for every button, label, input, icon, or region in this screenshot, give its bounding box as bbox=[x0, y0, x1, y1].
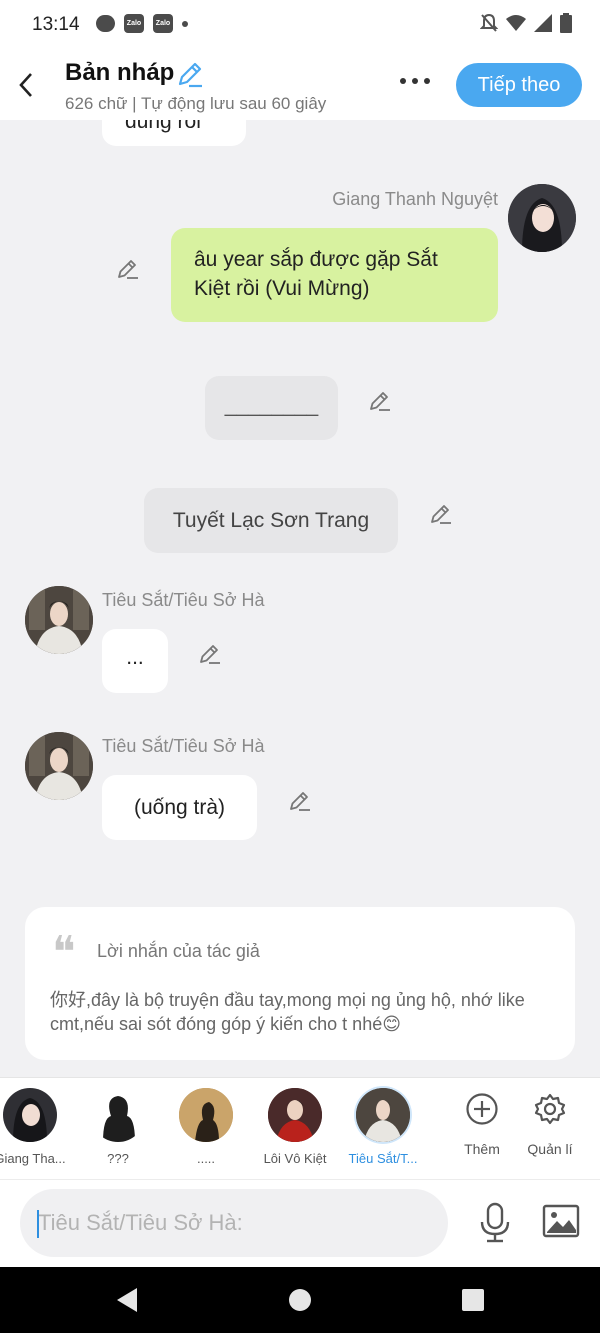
narration-text: Tuyết Lạc Sơn Trang bbox=[172, 509, 370, 532]
avatar[interactable] bbox=[508, 184, 576, 252]
battery-icon bbox=[560, 13, 572, 33]
status-bar: 13:14 Zalo Zalo bbox=[0, 0, 600, 50]
manage-characters-label: Quản lí bbox=[527, 1141, 573, 1157]
gear-icon bbox=[534, 1093, 566, 1125]
message-author: Tiêu Sắt/Tiêu Sở Hà bbox=[102, 590, 265, 610]
edit-message-icon[interactable] bbox=[429, 501, 453, 525]
edit-message-icon[interactable] bbox=[368, 388, 392, 412]
input-bar bbox=[0, 1179, 600, 1267]
add-character-button[interactable]: Thêm bbox=[450, 1092, 514, 1157]
status-time: 13:14 bbox=[32, 14, 80, 35]
wifi-icon bbox=[506, 15, 526, 31]
narration-bubble[interactable]: ________ bbox=[205, 376, 338, 440]
author-note-title: Lời nhắn của tác giả bbox=[97, 941, 260, 961]
edit-title-icon[interactable] bbox=[176, 60, 204, 88]
narration-bubble[interactable]: Tuyết Lạc Sơn Trang bbox=[144, 488, 398, 553]
dot-icon bbox=[400, 78, 406, 84]
character-item[interactable]: Giang Tha... bbox=[0, 1088, 74, 1166]
edit-message-icon[interactable] bbox=[116, 256, 140, 280]
message-text: ... bbox=[126, 646, 144, 669]
character-selector: Giang Tha... ??? ..... Lôi Vô Kiệt Tiêu … bbox=[0, 1077, 600, 1179]
next-button[interactable]: Tiếp theo bbox=[456, 63, 582, 107]
character-label: ??? bbox=[107, 1151, 129, 1166]
message-text: đúng rồi bbox=[125, 120, 201, 133]
word-count-status: 626 chữ | Tự động lưu sau 60 giây bbox=[65, 94, 327, 113]
avatar[interactable] bbox=[25, 732, 93, 800]
character-label: ..... bbox=[196, 1151, 216, 1166]
message-bubble[interactable]: ... bbox=[102, 629, 168, 693]
page-title: Bản nháp bbox=[65, 59, 175, 86]
author-note-body: 你好,đây là bộ truyện đầu tay,mong mọi ng … bbox=[50, 990, 525, 1034]
zalo-notification-icon: Zalo bbox=[153, 14, 173, 33]
home-nav-icon[interactable] bbox=[288, 1288, 312, 1312]
manage-characters-button[interactable]: Quản lí bbox=[518, 1092, 582, 1157]
author-note-card[interactable]: ❝ Lời nhắn của tác giả 你好,đây là bộ truy… bbox=[25, 907, 575, 1060]
dot-icon bbox=[412, 78, 418, 84]
character-label: Lôi Vô Kiệt bbox=[263, 1151, 327, 1166]
character-avatar bbox=[91, 1088, 145, 1142]
back-button[interactable] bbox=[14, 70, 38, 100]
message-author: Tiêu Sắt/Tiêu Sở Hà bbox=[102, 736, 265, 756]
system-icons bbox=[480, 13, 572, 33]
message-notification-icon bbox=[96, 15, 115, 32]
message-bubble[interactable]: (uống trà) bbox=[102, 775, 257, 840]
dot-icon bbox=[424, 78, 430, 84]
more-notifications-icon bbox=[182, 20, 188, 27]
character-item-selected[interactable]: Tiêu Sắt/T... bbox=[339, 1088, 427, 1166]
narration-text: ________ bbox=[224, 394, 319, 417]
avatar[interactable] bbox=[25, 586, 93, 654]
message-bubble[interactable]: đúng rồi bbox=[102, 120, 246, 146]
bell-off-icon bbox=[480, 13, 498, 32]
signal-icon bbox=[534, 14, 552, 32]
character-label: Giang Tha... bbox=[0, 1151, 66, 1166]
character-label: Tiêu Sắt/T... bbox=[348, 1151, 418, 1166]
character-avatar bbox=[356, 1088, 410, 1142]
message-bubble[interactable]: âu year sắp được gặp Sắt Kiệt rồi (Vui M… bbox=[171, 228, 498, 322]
back-nav-icon[interactable] bbox=[115, 1287, 139, 1313]
character-avatar bbox=[3, 1088, 57, 1142]
quote-icon: ❝ bbox=[52, 927, 76, 978]
character-item[interactable]: ??? bbox=[74, 1088, 162, 1166]
app-header: Bản nháp 626 chữ | Tự động lưu sau 60 gi… bbox=[0, 50, 600, 120]
add-character-label: Thêm bbox=[464, 1141, 500, 1157]
zalo-notification-icon: Zalo bbox=[124, 14, 144, 33]
message-input[interactable] bbox=[20, 1189, 448, 1257]
message-author: Giang Thanh Nguyệt bbox=[332, 189, 498, 209]
notification-icons: Zalo Zalo bbox=[96, 14, 188, 33]
edit-message-icon[interactable] bbox=[288, 788, 312, 812]
message-text: âu year sắp được gặp Sắt Kiệt rồi (Vui M… bbox=[194, 248, 438, 300]
character-item[interactable]: Lôi Vô Kiệt bbox=[251, 1088, 339, 1166]
character-item[interactable]: ..... bbox=[162, 1088, 250, 1166]
system-navigation-bar bbox=[0, 1267, 600, 1333]
chat-area[interactable]: đúng rồi Giang Thanh Nguyệt âu year sắp … bbox=[0, 120, 600, 1077]
message-text: (uống trà) bbox=[133, 796, 226, 819]
character-avatar bbox=[268, 1088, 322, 1142]
recents-nav-icon[interactable] bbox=[461, 1288, 485, 1312]
edit-message-icon[interactable] bbox=[198, 641, 222, 665]
character-avatar bbox=[179, 1088, 233, 1142]
plus-circle-icon bbox=[466, 1093, 498, 1125]
more-options-button[interactable] bbox=[400, 78, 430, 84]
image-icon[interactable] bbox=[542, 1204, 580, 1238]
text-caret bbox=[37, 1210, 39, 1238]
microphone-icon[interactable] bbox=[478, 1202, 512, 1244]
